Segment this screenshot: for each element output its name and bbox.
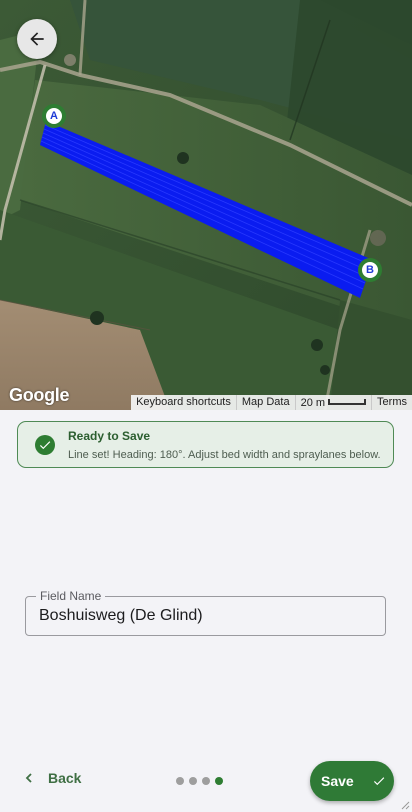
check-icon	[373, 777, 384, 786]
back-label: Back	[48, 770, 82, 786]
map-data-link[interactable]: Map Data	[235, 395, 295, 410]
satellite-imagery	[0, 0, 412, 410]
marker-a-label: A	[46, 108, 62, 124]
step-dot	[202, 777, 210, 785]
step-dot	[189, 777, 197, 785]
chevron-left-icon	[25, 773, 32, 783]
check-circle-icon	[35, 434, 55, 455]
save-label: Save	[321, 773, 354, 789]
save-button[interactable]: Save	[310, 761, 394, 801]
field-name-container: Field Name	[25, 589, 386, 636]
marker-b-label: B	[362, 262, 378, 278]
keyboard-shortcuts-link[interactable]: Keyboard shortcuts	[131, 395, 236, 410]
map-view[interactable]: A B Google Keyboard shortcuts Map Data 2…	[0, 0, 412, 410]
scale-line-icon	[328, 398, 367, 405]
google-logo: Google	[9, 385, 70, 405]
field-name-input[interactable]	[39, 607, 369, 625]
point-b-marker[interactable]: B	[358, 258, 382, 282]
map-attribution-bar: Keyboard shortcuts Map Data 20 m Terms	[131, 395, 412, 410]
step-dot	[176, 777, 184, 785]
status-message: Line set! Heading: 180°. Adjust bed widt…	[68, 448, 381, 461]
step-dot-active	[215, 777, 223, 785]
map-scale[interactable]: 20 m	[294, 395, 371, 410]
step-indicator	[176, 777, 223, 785]
arrow-left-icon	[30, 32, 44, 46]
point-a-marker[interactable]: A	[42, 104, 66, 128]
terms-link[interactable]: Terms	[371, 395, 412, 410]
map-back-button[interactable]	[17, 19, 57, 59]
field-name-label: Field Name	[36, 589, 106, 603]
scale-label: 20 m	[300, 396, 326, 409]
status-card: Ready to Save Line set! Heading: 180°. A…	[17, 421, 394, 468]
status-title: Ready to Save	[68, 428, 151, 443]
resize-grip-icon[interactable]	[400, 800, 410, 810]
back-button[interactable]: Back	[24, 770, 81, 786]
